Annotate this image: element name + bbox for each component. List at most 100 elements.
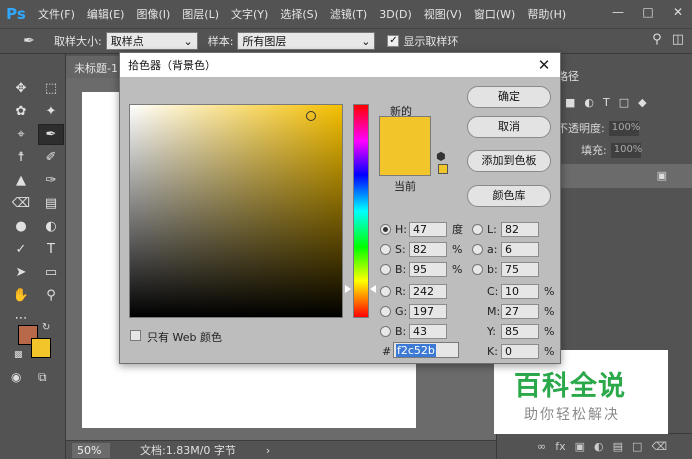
crop-tool-icon[interactable]: ⌖ (8, 124, 34, 145)
radio-s[interactable] (380, 243, 391, 255)
path-select-icon[interactable]: ➤ (8, 262, 34, 283)
trash-icon[interactable]: ⌫ (651, 440, 667, 453)
adjust-icon-2[interactable]: ◐ (584, 96, 594, 109)
menu-type[interactable]: 文字(Y) (225, 6, 274, 22)
minimize-icon[interactable]: — (610, 4, 626, 20)
new-layer-icon[interactable]: □ (632, 440, 642, 453)
hue-slider-handle-left[interactable] (345, 285, 351, 293)
magic-wand-icon[interactable]: ✦ (38, 101, 64, 122)
sample-size-select[interactable]: 取样点 ⌄ (105, 32, 198, 50)
brush-tool-icon[interactable]: ✐ (38, 147, 64, 168)
screen-mode-icon[interactable]: ⧉ (38, 370, 47, 385)
menu-help[interactable]: 帮助(H) (521, 6, 572, 22)
menu-select[interactable]: 选择(S) (274, 6, 324, 22)
color-picker-ring[interactable] (306, 111, 316, 121)
default-colors-icon[interactable]: ▩ (14, 350, 23, 360)
close-icon[interactable]: ✕ (670, 4, 686, 20)
hand-tool-icon[interactable]: ✋ (8, 285, 34, 306)
hex-input[interactable]: f2c52b (393, 342, 459, 358)
radio-r[interactable] (380, 285, 391, 297)
layer-row[interactable]: ▣ (557, 164, 692, 188)
input-c[interactable]: 10 (501, 283, 539, 299)
gradient-tool-icon[interactable]: ▤ (38, 193, 64, 214)
color-libraries-button[interactable]: 颜色库 (467, 185, 551, 207)
radio-brightness[interactable] (380, 263, 391, 275)
history-brush-icon[interactable]: ✑ (38, 170, 64, 191)
input-y[interactable]: 85 (501, 323, 539, 339)
radio-l[interactable] (472, 223, 483, 235)
adjust-icon-4[interactable]: □ (619, 96, 629, 109)
fill-field[interactable]: 100% (610, 142, 642, 158)
adjust-icon-3[interactable]: T (603, 96, 610, 109)
workspace-icon[interactable]: ◫ (672, 32, 684, 47)
lasso-tool-icon[interactable]: ✿ (8, 101, 34, 122)
menu-edit[interactable]: 编辑(E) (81, 6, 131, 22)
zoom-tool-icon[interactable]: ⚲ (38, 285, 64, 306)
current-color-preview[interactable] (379, 146, 431, 176)
menu-view[interactable]: 视图(V) (418, 6, 468, 22)
add-mask-icon[interactable]: ▣ (575, 440, 585, 453)
adjustment-layer-icon[interactable]: ◐ (594, 440, 604, 453)
input-h[interactable]: 47 (409, 221, 447, 237)
input-m[interactable]: 27 (501, 303, 539, 319)
maximize-icon[interactable]: □ (640, 4, 656, 20)
opacity-field[interactable]: 100% (608, 120, 640, 136)
healing-brush-icon[interactable]: ☨ (8, 147, 34, 168)
opacity-label: 不透明度: (557, 122, 605, 135)
swap-colors-icon[interactable]: ↻ (42, 322, 50, 333)
out-of-gamut-cube-icon[interactable]: ⬢ (436, 150, 446, 163)
link-layers-icon[interactable]: ∞ (537, 440, 546, 453)
menu-window[interactable]: 窗口(W) (468, 6, 521, 22)
adjust-icon-1[interactable]: ■ (565, 96, 575, 109)
background-color-swatch[interactable] (31, 338, 51, 358)
zoom-level[interactable]: 50% (72, 442, 110, 458)
radio-h[interactable] (380, 223, 391, 235)
rectangle-tool-icon[interactable]: ▭ (38, 262, 64, 283)
dodge-tool-icon[interactable]: ◐ (38, 216, 64, 237)
radio-g[interactable] (380, 305, 391, 317)
add-to-swatches-button[interactable]: 添加到色板 (467, 150, 551, 172)
menu-filter[interactable]: 滤镜(T) (324, 6, 373, 22)
eyedropper-tool-icon[interactable]: ✒ (38, 124, 64, 145)
move-tool-icon[interactable]: ✥ (8, 78, 34, 99)
input-k[interactable]: 0 (501, 343, 539, 359)
web-colors-only-checkbox[interactable] (130, 330, 141, 341)
radio-a[interactable] (472, 243, 483, 255)
input-g[interactable]: 197 (409, 303, 447, 319)
marquee-tool-icon[interactable]: ⬚ (38, 78, 64, 99)
input-l[interactable]: 82 (501, 221, 539, 237)
radio-lab-b[interactable] (472, 263, 483, 275)
input-lab-b[interactable]: 75 (501, 261, 539, 277)
search-icon[interactable]: ⚲ (652, 32, 662, 47)
group-icon[interactable]: ▤ (613, 440, 623, 453)
input-s[interactable]: 82 (409, 241, 447, 257)
menu-file[interactable]: 文件(F) (32, 6, 81, 22)
pen-tool-icon[interactable]: ✓ (8, 239, 34, 260)
input-brightness[interactable]: 95 (409, 261, 447, 277)
menu-layer[interactable]: 图层(L) (176, 6, 225, 22)
blur-tool-icon[interactable]: ● (8, 216, 34, 237)
type-tool-icon[interactable]: T (38, 239, 64, 260)
close-icon[interactable]: ✕ (536, 56, 552, 74)
show-ring-checkbox[interactable]: ✓ (387, 35, 400, 47)
hue-slider[interactable] (353, 104, 369, 318)
stamp-tool-icon[interactable]: ▲ (8, 170, 34, 191)
sample-select[interactable]: 所有图层 ⌄ (237, 32, 376, 50)
saturation-brightness-field[interactable] (129, 104, 343, 318)
quick-mask-icon[interactable]: ◉ (11, 370, 21, 384)
input-r[interactable]: 242 (409, 283, 447, 299)
cancel-button[interactable]: 取消 (467, 116, 551, 138)
fx-icon[interactable]: fx (555, 440, 565, 453)
input-blue[interactable]: 43 (409, 323, 447, 339)
hue-slider-handle-right[interactable] (370, 285, 376, 293)
chevron-right-icon[interactable]: › (266, 444, 270, 457)
radio-blue[interactable] (380, 325, 391, 337)
ok-button[interactable]: 确定 (467, 86, 551, 108)
eyedropper-icon[interactable]: ✒ (14, 30, 44, 52)
menu-3d[interactable]: 3D(D) (373, 8, 418, 21)
web-safe-swatch[interactable] (438, 164, 448, 174)
menu-image[interactable]: 图像(I) (130, 6, 176, 22)
eraser-tool-icon[interactable]: ⌫ (8, 193, 34, 214)
adjust-icon-5[interactable]: ◆ (638, 96, 646, 109)
input-a[interactable]: 6 (501, 241, 539, 257)
